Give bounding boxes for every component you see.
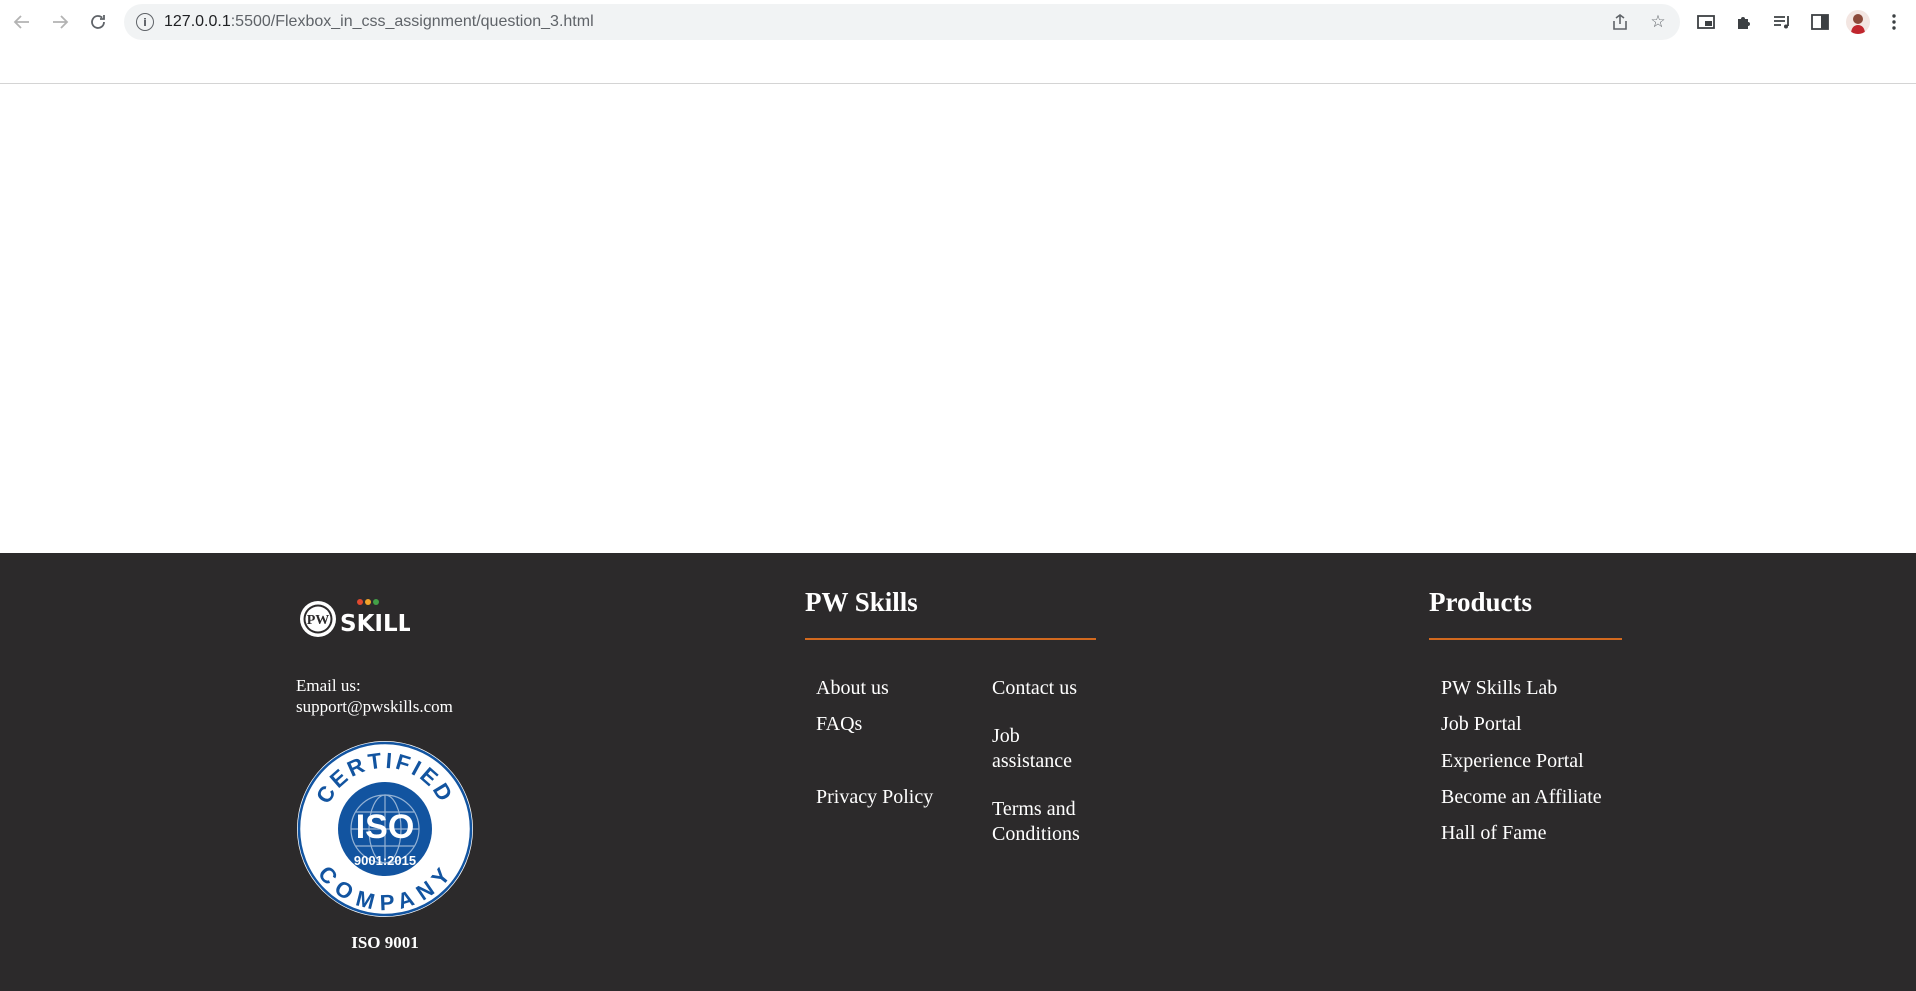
side-panel-icon[interactable]	[1808, 10, 1832, 34]
media-control-icon[interactable]	[1770, 10, 1794, 34]
footer-link-job-assistance[interactable]: Job assistance	[992, 724, 1092, 774]
extensions-icon[interactable]	[1732, 10, 1756, 34]
reload-icon[interactable]	[86, 10, 110, 34]
footer-link-contact-us[interactable]: Contact us	[992, 676, 1077, 701]
site-footer: PW SKILLS Email us: support@pwskills.com	[0, 553, 1916, 991]
logo-mark: PW	[307, 613, 330, 628]
footer-link-faqs[interactable]: FAQs	[816, 712, 862, 737]
iso-caption: ISO 9001	[351, 933, 419, 952]
iso-standard-text: 9001:2015	[354, 853, 416, 868]
profile-avatar[interactable]	[1846, 10, 1870, 34]
pw-skills-logo[interactable]: PW SKILLS	[300, 597, 429, 641]
footer-link-pw-skills-lab[interactable]: PW Skills Lab	[1441, 676, 1557, 701]
address-bar[interactable]: i 127.0.0.1:5500/Flexbox_in_css_assignme…	[124, 4, 1680, 40]
iso-certified-badge: CERTIFIED ISO 9001:2015 COMPANY	[296, 740, 474, 918]
url-text[interactable]: 127.0.0.1:5500/Flexbox_in_css_assignment…	[164, 13, 594, 31]
back-icon[interactable]	[10, 10, 34, 34]
products-heading-divider	[1429, 638, 1622, 640]
footer-link-hall-of-fame[interactable]: Hall of Fame	[1441, 821, 1547, 846]
products-heading: Products	[1429, 587, 1533, 617]
site-info-icon[interactable]: i	[136, 13, 154, 31]
forward-icon[interactable]	[48, 10, 72, 34]
footer-link-experience-portal[interactable]: Experience Portal	[1441, 749, 1584, 774]
logo-text: SKILLS	[340, 611, 410, 637]
pw-skills-heading: PW Skills	[805, 587, 918, 617]
footer-link-become-an-affiliate[interactable]: Become an Affiliate	[1441, 785, 1602, 810]
footer-link-job-portal[interactable]: Job Portal	[1441, 712, 1522, 737]
menu-icon[interactable]	[1882, 10, 1906, 34]
pw-skills-heading-divider	[805, 638, 1096, 640]
bookmark-star-icon[interactable]: ☆	[1648, 12, 1668, 32]
email-label: Email us:	[296, 676, 361, 695]
iso-center-text: ISO	[356, 808, 415, 846]
browser-toolbar: i 127.0.0.1:5500/Flexbox_in_css_assignme…	[0, 0, 1916, 84]
page-content-area	[0, 85, 1916, 553]
footer-link-about-us[interactable]: About us	[816, 676, 889, 701]
share-icon[interactable]	[1610, 12, 1630, 32]
picture-in-picture-icon[interactable]	[1694, 10, 1718, 34]
footer-link-privacy-policy[interactable]: Privacy Policy	[816, 785, 933, 810]
email-address[interactable]: support@pwskills.com	[296, 697, 453, 717]
footer-link-terms-and-conditions[interactable]: Terms and Conditions	[992, 797, 1092, 847]
